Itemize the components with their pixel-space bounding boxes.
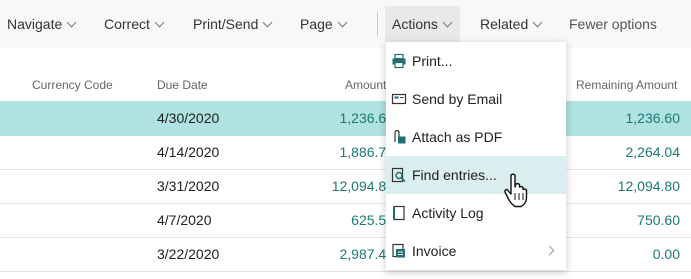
- amount-cell[interactable]: 2,987.40: [300, 246, 395, 262]
- correct-label: Correct: [104, 16, 150, 32]
- actions-menu-button[interactable]: Actions: [392, 16, 453, 32]
- page-menu-button[interactable]: Page: [300, 16, 348, 32]
- remaining-amount-cell[interactable]: 0.00: [580, 246, 680, 262]
- invoice-icon: [392, 243, 405, 258]
- action-bar: Navigate Correct Print/Send Page Actions…: [0, 0, 691, 48]
- due-date-cell: 4/30/2020: [157, 110, 220, 126]
- remaining-amount-cell[interactable]: 2,264.04: [580, 144, 681, 160]
- menu-item-attach-as-pdf[interactable]: Attach as PDF: [386, 118, 566, 156]
- due-date-cell: 3/31/2020: [157, 178, 220, 194]
- menu-item-print[interactable]: Print...: [386, 42, 566, 80]
- menu-item-label: Print...: [412, 53, 453, 69]
- print-send-menu-button[interactable]: Print/Send: [193, 16, 273, 32]
- printer-icon: [392, 53, 406, 69]
- correct-menu-button[interactable]: Correct: [104, 16, 165, 32]
- menu-item-invoice[interactable]: Invoice: [386, 232, 566, 270]
- print-send-label: Print/Send: [193, 16, 259, 32]
- table-row[interactable]: 3/31/2020 12,094.80 12,094.80: [0, 169, 691, 204]
- chevron-right-icon: [544, 245, 555, 256]
- column-header-amount[interactable]: Amount: [345, 78, 386, 92]
- find-entries-icon: [391, 167, 406, 183]
- table-row[interactable]: 4/30/2020 1,236.60 1,236.60: [0, 101, 691, 136]
- page-label: Page: [300, 16, 333, 32]
- attach-pdf-icon: [394, 129, 406, 144]
- actions-label: Actions: [392, 16, 438, 32]
- amount-cell[interactable]: 12,094.80: [300, 178, 394, 194]
- activity-log-icon: [393, 205, 405, 221]
- navigate-label: Navigate: [7, 16, 63, 32]
- menu-item-label: Send by Email: [412, 91, 503, 107]
- column-header-due-date[interactable]: Due Date: [157, 78, 208, 92]
- menu-item-activity-log[interactable]: Activity Log: [386, 194, 566, 232]
- related-label: Related: [480, 16, 529, 32]
- chevron-down-icon: [442, 17, 453, 28]
- chevron-down-icon: [262, 17, 273, 28]
- column-header-currency-code[interactable]: Currency Code: [32, 78, 113, 92]
- amount-cell[interactable]: 1,886.70: [300, 144, 395, 160]
- email-icon: [391, 93, 407, 105]
- due-date-cell: 4/14/2020: [157, 144, 220, 160]
- actions-dropdown-menu: Print... Send by Email Attach as PDF Fin…: [386, 42, 566, 270]
- chevron-down-icon: [154, 17, 165, 28]
- remaining-amount-cell[interactable]: 750.60: [580, 212, 680, 228]
- menu-item-label: Attach as PDF: [412, 129, 503, 145]
- remaining-amount-cell[interactable]: 1,236.60: [580, 110, 681, 126]
- table-row[interactable]: 4/7/2020 625.50 750.60: [0, 203, 691, 238]
- amount-cell[interactable]: 625.50: [300, 212, 394, 228]
- toolbar-divider: [377, 12, 378, 36]
- menu-item-label: Activity Log: [412, 205, 484, 221]
- menu-item-send-by-email[interactable]: Send by Email: [386, 80, 566, 118]
- menu-item-label: Find entries...: [412, 167, 497, 183]
- fewer-options-label: Fewer options: [569, 16, 657, 32]
- due-date-cell: 4/7/2020: [157, 212, 212, 228]
- remaining-amount-cell[interactable]: 12,094.80: [580, 178, 680, 194]
- due-date-cell: 3/22/2020: [157, 246, 220, 262]
- table-row[interactable]: 4/14/2020 1,886.70 2,264.04: [0, 135, 691, 170]
- column-header-remaining-amount[interactable]: Remaining Amount: [576, 78, 677, 92]
- fewer-options-button[interactable]: Fewer options: [569, 16, 657, 32]
- chevron-down-icon: [66, 17, 77, 28]
- chevron-down-icon: [337, 17, 348, 28]
- table-row[interactable]: 3/22/2020 2,987.40 0.00: [0, 237, 691, 272]
- amount-cell[interactable]: 1,236.60: [300, 110, 395, 126]
- chevron-down-icon: [532, 17, 543, 28]
- menu-item-label: Invoice: [412, 243, 457, 259]
- navigate-menu-button[interactable]: Navigate: [7, 16, 77, 32]
- related-menu-button[interactable]: Related: [480, 16, 543, 32]
- hand-pointer-cursor-icon: [504, 173, 528, 208]
- menu-item-find-entries[interactable]: Find entries...: [386, 156, 566, 194]
